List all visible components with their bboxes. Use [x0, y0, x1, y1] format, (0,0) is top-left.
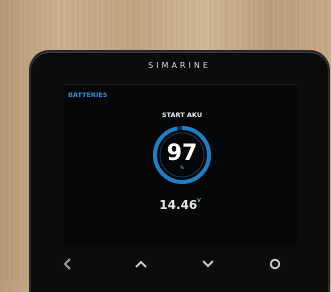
- up-button[interactable]: [126, 252, 156, 276]
- display-screen: BATTERIES START AKU 97 % 14.46V: [64, 84, 297, 245]
- state-of-charge-value: 97: [166, 141, 198, 166]
- power-button[interactable]: [260, 252, 290, 276]
- brand-logo: SIMARINE: [148, 61, 211, 70]
- voltage-unit: V: [197, 198, 201, 204]
- screen-title: BATTERIES: [68, 91, 108, 99]
- battery-name: START AKU: [161, 111, 203, 119]
- back-button[interactable]: [53, 252, 83, 276]
- state-of-charge-unit: %: [179, 166, 185, 171]
- chevron-up-icon: [135, 260, 147, 268]
- circle-icon: [269, 258, 281, 270]
- battery-monitor-device: SIMARINE BATTERIES START AKU 97 % 14.46V: [31, 52, 328, 292]
- chevron-down-icon: [202, 260, 214, 268]
- down-button[interactable]: [193, 252, 223, 276]
- hardware-button-bar: [31, 252, 328, 282]
- voltage-value: 14.46: [159, 198, 198, 212]
- chevron-left-icon: [63, 258, 71, 270]
- voltage-readout: 14.46V: [159, 198, 200, 212]
